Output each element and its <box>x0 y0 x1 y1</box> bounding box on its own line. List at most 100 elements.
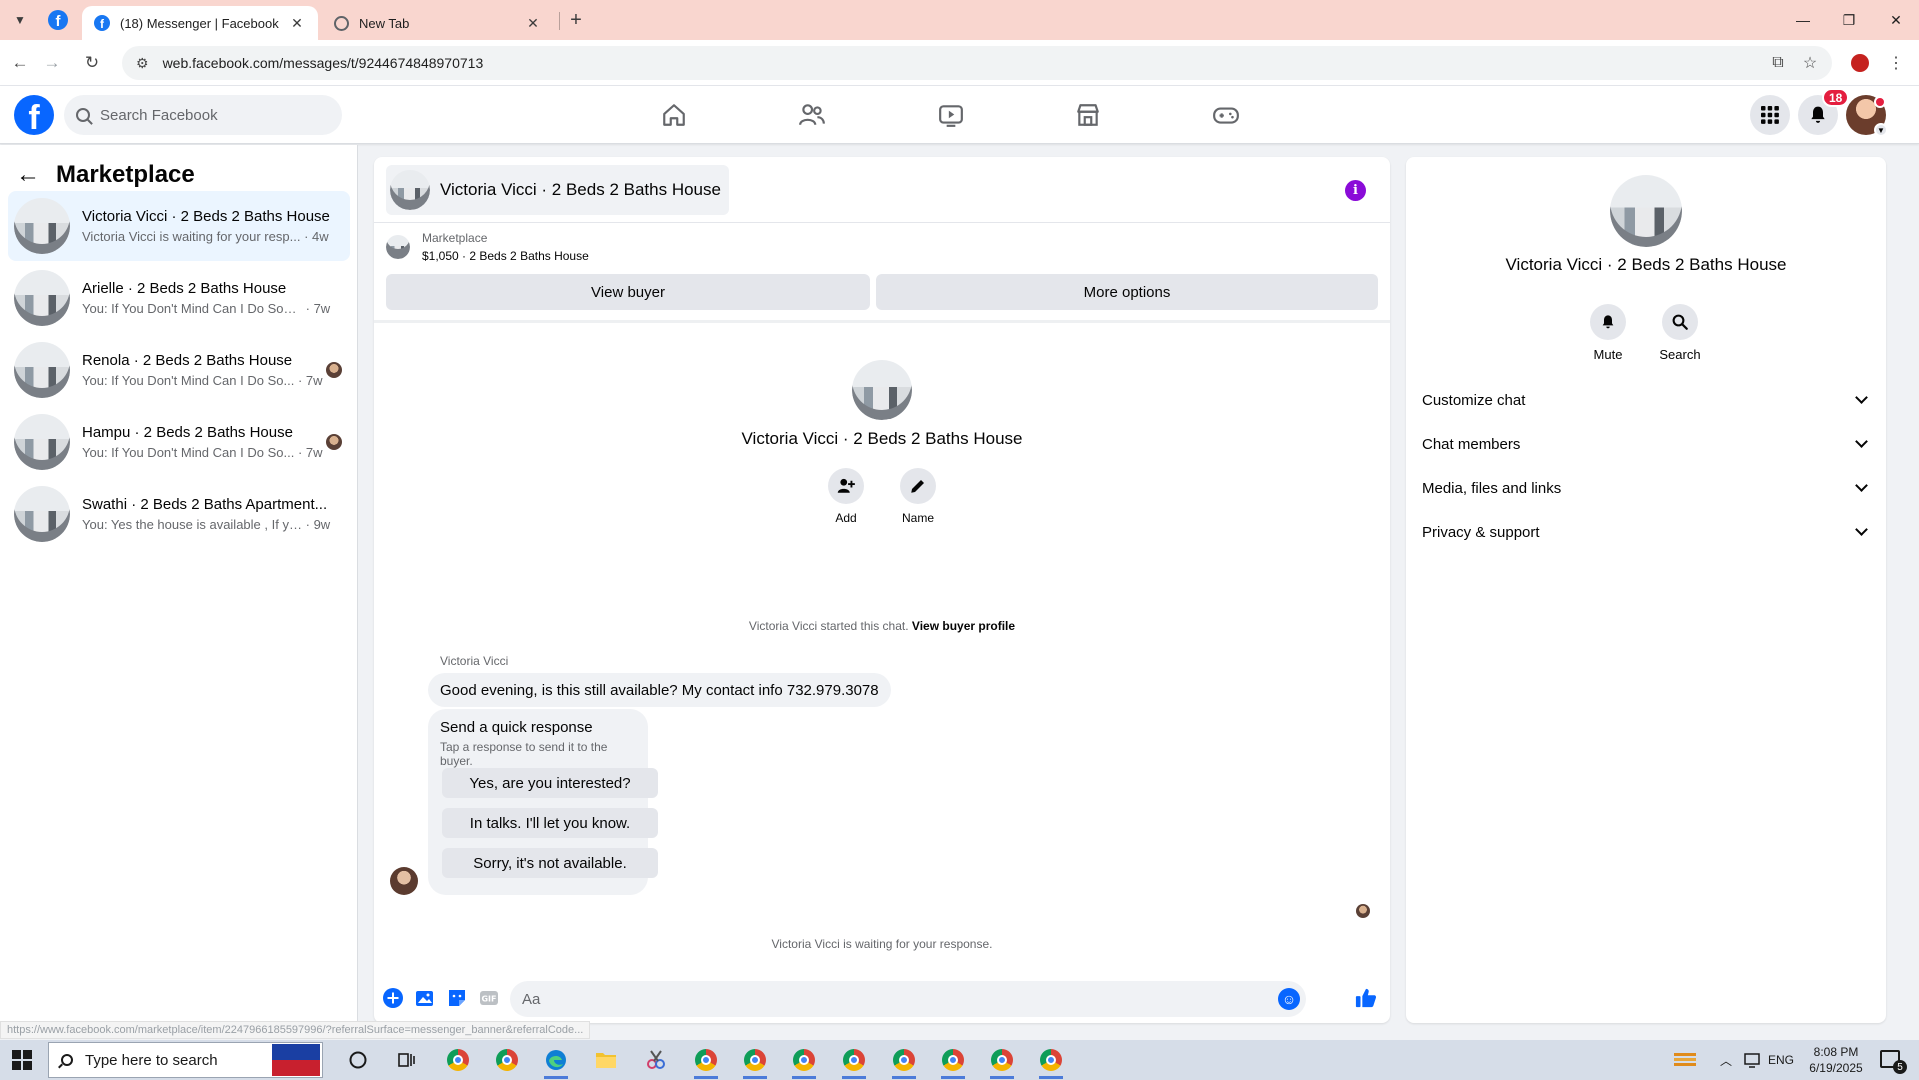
profile-icon[interactable] <box>1848 51 1872 75</box>
chrome-profile-app-icon[interactable] <box>988 1046 1016 1079</box>
network-icon[interactable] <box>1744 1040 1762 1080</box>
home-icon[interactable] <box>656 97 692 133</box>
add-people-button[interactable]: Add <box>816 468 876 525</box>
task-view-icon[interactable] <box>392 1046 420 1074</box>
pinned-facebook-tab-icon[interactable]: f <box>48 10 68 30</box>
view-buyer-button[interactable]: View buyer <box>386 274 870 310</box>
windows-start-icon[interactable] <box>12 1050 32 1070</box>
tab-search-dropdown-icon[interactable]: ▼ <box>8 8 32 32</box>
friends-icon[interactable] <box>794 97 830 133</box>
quick-response-button[interactable]: In talks. I'll let you know. <box>442 808 658 838</box>
new-tab-plus-icon[interactable]: + <box>564 8 588 32</box>
chat-title-button[interactable]: Victoria Vicci · 2 Beds 2 Baths House <box>386 165 729 215</box>
site-info-icon[interactable]: ⚙ <box>136 55 149 72</box>
address-bar[interactable]: ⚙ web.facebook.com/messages/t/9244674848… <box>122 46 1832 80</box>
chrome-profile-app-icon[interactable] <box>890 1046 918 1079</box>
close-tab-icon[interactable]: ✕ <box>524 14 542 32</box>
window-close-icon[interactable]: ✕ <box>1873 0 1919 40</box>
chat-details-panel: Victoria Vicci · 2 Beds 2 Baths House Mu… <box>1406 157 1886 1023</box>
message-bubble[interactable]: Good evening, is this still available? M… <box>428 673 891 707</box>
chrome-app-icon[interactable] <box>444 1046 472 1074</box>
chrome-profile-app-icon[interactable] <box>1037 1046 1065 1079</box>
search-conversation-button[interactable]: Search <box>1650 304 1710 362</box>
conversation-item[interactable]: Hampu · 2 Beds 2 Baths House You: If You… <box>8 407 350 477</box>
marketplace-listing-banner[interactable]: Marketplace $1,050 · 2 Beds 2 Baths Hous… <box>386 231 589 263</box>
chevron-down-icon <box>1855 435 1868 448</box>
reload-icon[interactable]: ↻ <box>80 51 104 75</box>
tab-separator <box>559 12 560 30</box>
conversation-item[interactable]: Arielle · 2 Beds 2 Baths House You: If Y… <box>8 263 350 333</box>
more-options-button[interactable]: More options <box>876 274 1378 310</box>
system-clock[interactable]: 8:08 PM 6/19/2025 <box>1798 1044 1874 1076</box>
sticker-icon[interactable] <box>446 987 468 1009</box>
photo-icon[interactable] <box>414 987 436 1009</box>
media-files-links-section[interactable]: Media, files and links <box>1422 470 1870 506</box>
video-icon[interactable] <box>933 97 969 133</box>
quick-response-button[interactable]: Yes, are you interested? <box>442 768 658 798</box>
conversation-info-icon[interactable]: i <box>1345 180 1366 201</box>
gaming-icon[interactable] <box>1208 97 1244 133</box>
privacy-support-section[interactable]: Privacy & support <box>1422 514 1870 550</box>
conversation-preview: You: If You Don't Mind Can I Do Som... <box>82 301 302 316</box>
chat-intro-name: Victoria Vicci · 2 Beds 2 Baths House <box>741 429 1023 448</box>
install-app-icon[interactable]: ⧉ <box>1766 51 1790 75</box>
close-tab-icon[interactable]: ✕ <box>288 14 306 32</box>
search-input[interactable] <box>100 106 320 124</box>
menu-grid-icon[interactable] <box>1750 95 1790 135</box>
edge-app-icon[interactable] <box>542 1046 570 1079</box>
listing-thumbnail <box>14 198 70 254</box>
marketplace-label: Marketplace <box>422 231 488 245</box>
sender-avatar[interactable] <box>390 867 418 895</box>
snipping-tool-icon[interactable] <box>642 1046 670 1074</box>
facebook-logo-icon[interactable]: f <box>14 95 54 135</box>
gif-icon[interactable]: GIF <box>478 987 500 1009</box>
url-text: web.facebook.com/messages/t/924467484897… <box>162 55 484 71</box>
marketplace-icon[interactable] <box>1070 97 1106 133</box>
customize-chat-section[interactable]: Customize chat <box>1422 382 1870 418</box>
weather-icon[interactable] <box>1672 1040 1698 1080</box>
show-hidden-icons-icon[interactable]: ︿ <box>1720 1040 1732 1080</box>
thumbs-up-icon[interactable] <box>1354 986 1378 1010</box>
file-explorer-icon[interactable] <box>592 1046 620 1074</box>
cortana-icon[interactable] <box>344 1046 372 1074</box>
view-buyer-profile-link[interactable]: View buyer profile <box>912 619 1015 633</box>
chrome-profile-app-icon[interactable] <box>840 1046 868 1079</box>
chrome-profile-app-icon[interactable] <box>790 1046 818 1079</box>
facebook-search[interactable] <box>64 95 342 135</box>
chrome-profile-app-icon[interactable] <box>741 1046 769 1079</box>
plus-circle-icon[interactable] <box>382 987 404 1009</box>
minimize-icon[interactable]: — <box>1780 0 1826 40</box>
mute-button[interactable]: Mute <box>1578 304 1638 362</box>
sidebar-title: Marketplace <box>56 161 195 188</box>
back-arrow-icon[interactable]: ← <box>16 161 42 189</box>
conversation-name: Swathi · 2 Beds 2 Baths Apartment... <box>82 496 328 513</box>
chrome-app-icon[interactable] <box>493 1046 521 1074</box>
message-input[interactable] <box>522 990 1262 1008</box>
quick-response-button[interactable]: Sorry, it's not available. <box>442 848 658 878</box>
tab-messenger[interactable]: f (18) Messenger | Facebook ✕ <box>82 6 318 40</box>
taskbar-search-input[interactable] <box>85 1051 265 1069</box>
section-label: Customize chat <box>1422 391 1526 409</box>
emoji-icon[interactable]: ☺ <box>1278 988 1300 1010</box>
chat-panel: Victoria Vicci · 2 Beds 2 Baths House i … <box>374 157 1390 1023</box>
conversation-name: Arielle · 2 Beds 2 Baths House <box>82 280 287 297</box>
chrome-profile-app-icon[interactable] <box>939 1046 967 1079</box>
conversation-preview: You: If You Don't Mind Can I Do So... <box>82 445 295 460</box>
conversation-item[interactable]: Renola · 2 Beds 2 Baths House You: If Yo… <box>8 335 350 405</box>
language-indicator[interactable]: ENG <box>1768 1040 1794 1080</box>
account-chevron-down-icon[interactable]: ▼ <box>1874 123 1888 137</box>
search-highlight-image[interactable] <box>272 1044 320 1076</box>
sidebar-header: ← Marketplace <box>16 155 195 195</box>
chrome-profile-app-icon[interactable] <box>692 1046 720 1079</box>
browser-menu-icon[interactable]: ⋮ <box>1884 51 1908 75</box>
back-icon[interactable]: ← <box>8 51 32 75</box>
bookmark-star-icon[interactable]: ☆ <box>1798 51 1822 75</box>
conversation-item[interactable]: Victoria Vicci · 2 Beds 2 Baths House Vi… <box>8 191 350 261</box>
forward-icon[interactable]: → <box>40 51 64 75</box>
chat-members-section[interactable]: Chat members <box>1422 426 1870 462</box>
conversation-item[interactable]: Swathi · 2 Beds 2 Baths Apartment... You… <box>8 479 350 549</box>
tab-new-tab[interactable]: New Tab ✕ <box>322 6 554 40</box>
facebook-favicon-icon: f <box>94 15 110 31</box>
restore-icon[interactable]: ❐ <box>1826 0 1872 40</box>
name-chat-button[interactable]: Name <box>888 468 948 525</box>
